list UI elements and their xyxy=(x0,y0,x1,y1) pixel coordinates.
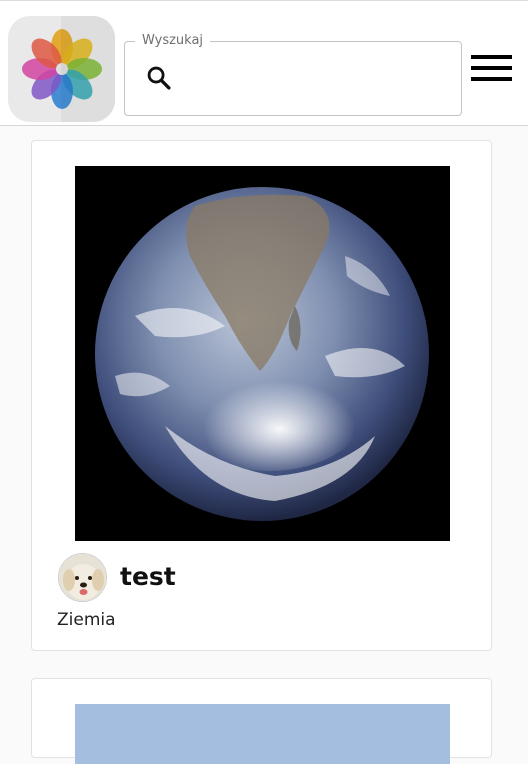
top-bar: Wyszukaj xyxy=(0,0,528,126)
menu-button[interactable] xyxy=(471,49,513,83)
search-icon xyxy=(147,66,171,90)
post-card[interactable] xyxy=(31,678,492,764)
search-label: Wyszukaj xyxy=(135,31,211,51)
post-author[interactable]: test xyxy=(120,561,176,593)
post-caption: Ziemia xyxy=(57,610,116,630)
post-card[interactable]: test Ziemia xyxy=(31,140,492,651)
search-field[interactable]: Wyszukaj xyxy=(124,31,462,116)
search-input[interactable] xyxy=(185,62,449,98)
photos-logo-icon[interactable] xyxy=(8,16,115,122)
dog-avatar-image xyxy=(59,554,106,601)
post-image[interactable] xyxy=(75,166,450,541)
post-image[interactable] xyxy=(75,704,450,764)
author-avatar[interactable] xyxy=(58,553,107,602)
earth-image xyxy=(75,166,450,541)
